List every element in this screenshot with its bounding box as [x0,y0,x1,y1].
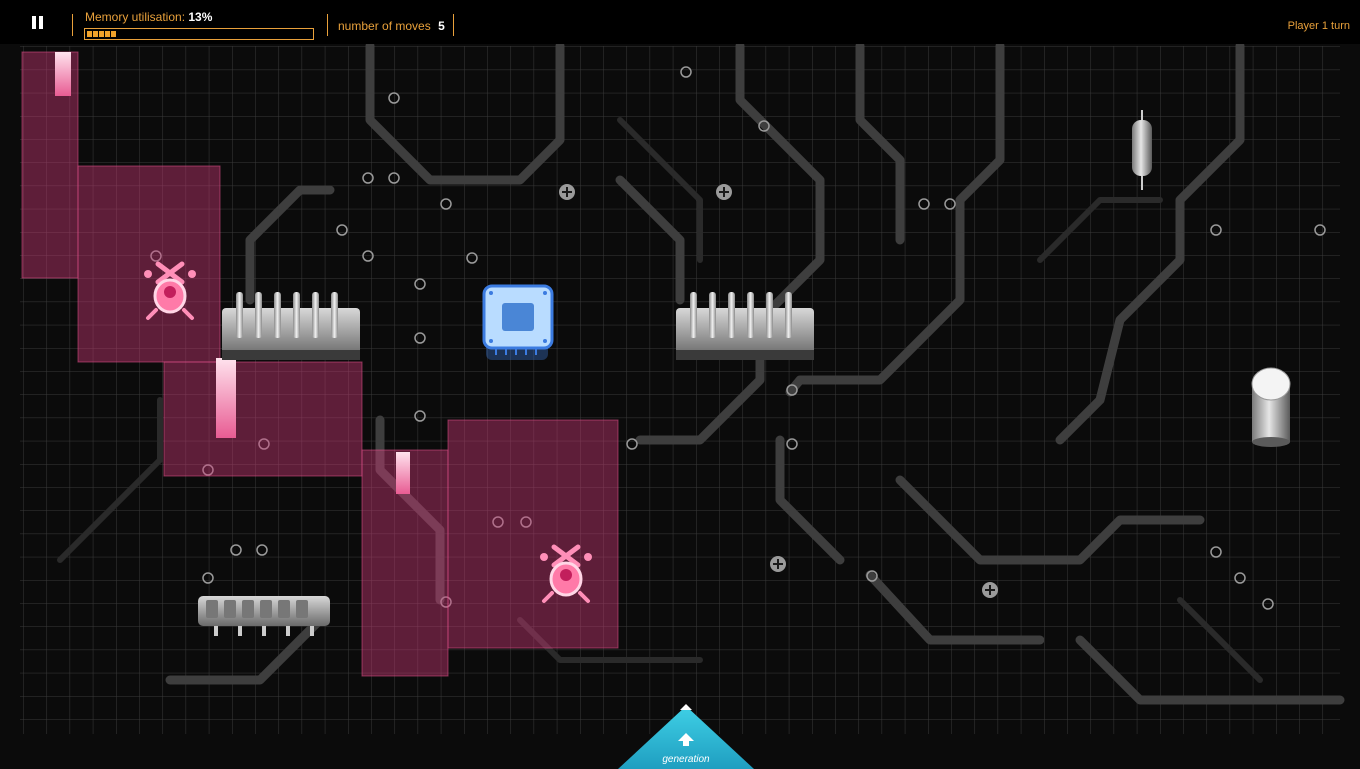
moves-value: 5 [438,19,445,33]
player-turn-label: Player 1 turn [1287,20,1350,32]
pause-icon [32,16,36,29]
memory-chip[interactable] [198,596,330,636]
memory-segment [99,31,104,37]
moves-counter: number of moves 5 [338,19,445,33]
memory-utilisation-label: Memory utilisation: 13% [85,10,213,24]
divider [327,14,328,36]
memory-segment [93,31,98,37]
hud-top-bar: Memory utilisation: 13% number of moves … [0,0,1360,44]
capacitor[interactable] [1251,367,1291,447]
divider [453,14,454,36]
cpu-chip[interactable] [482,284,554,360]
divider [72,14,73,36]
memory-segment [105,31,110,37]
memory-segment [87,31,92,37]
game-stage: Memory utilisation: 13% number of moves … [0,0,1360,769]
generation-label[interactable]: generation [656,754,716,765]
game-board [20,14,1345,769]
memory-utilisation-value: 13% [188,10,213,24]
memory-utilisation-fill [87,31,116,37]
memory-utilisation-bar [84,28,314,40]
memory-segment [111,31,116,37]
pause-button[interactable] [26,14,46,34]
